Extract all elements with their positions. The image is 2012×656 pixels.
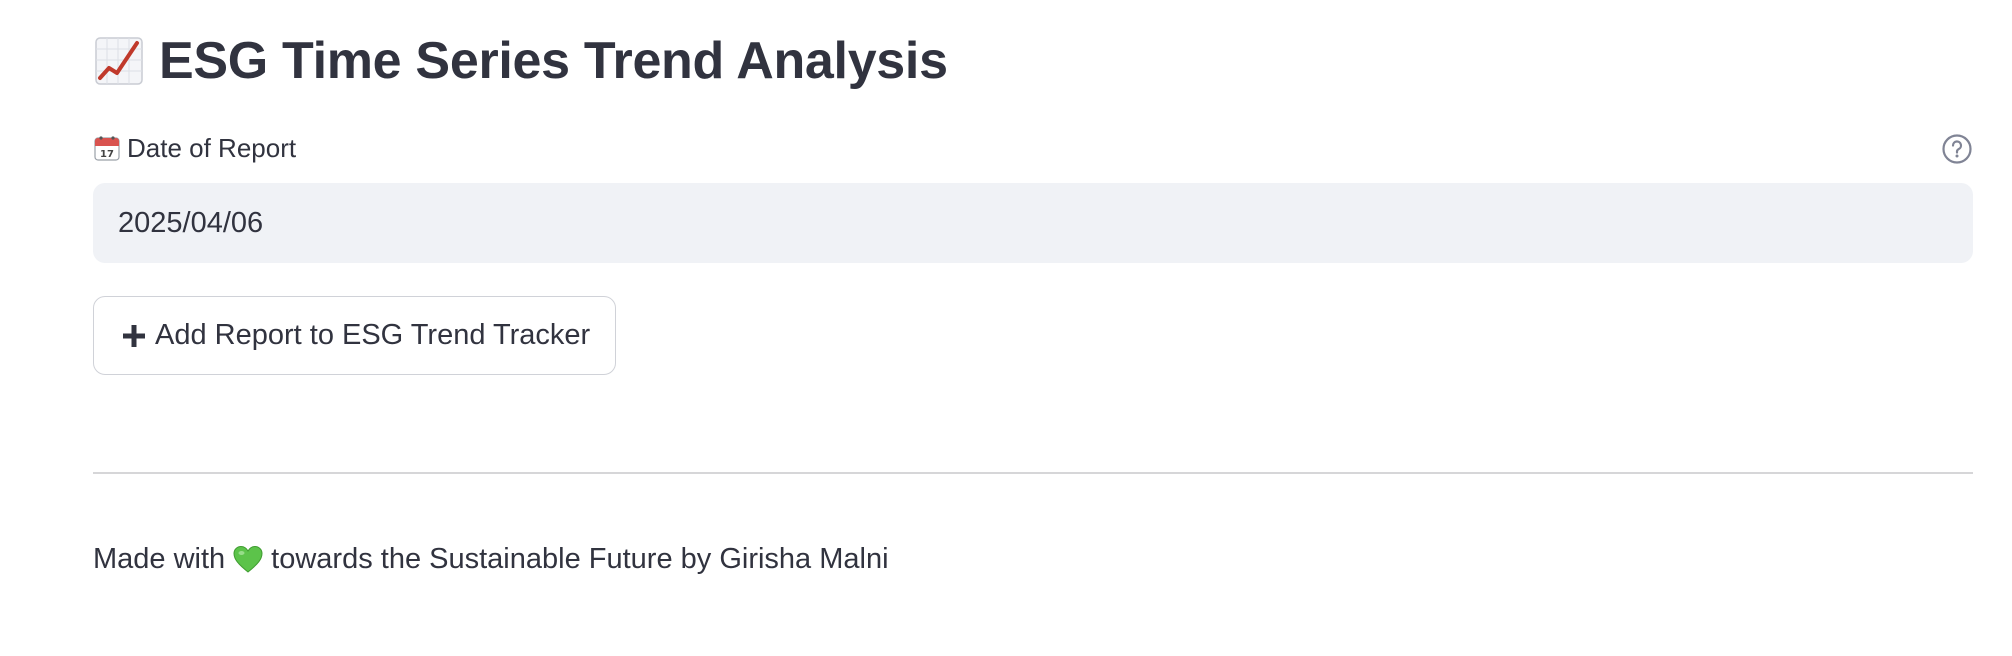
page: ESG Time Series Trend Analysis 17 Date o… bbox=[0, 0, 2012, 656]
footer: Made with towards the Sustainable Future… bbox=[93, 543, 889, 576]
svg-text:17: 17 bbox=[100, 149, 114, 160]
green-heart-icon bbox=[233, 545, 263, 575]
plus-icon bbox=[122, 324, 146, 348]
date-of-report-input[interactable]: 2025/04/06 bbox=[93, 183, 1973, 263]
footer-prefix: Made with bbox=[93, 543, 226, 575]
help-circle-icon[interactable] bbox=[1941, 133, 1973, 165]
section-divider bbox=[93, 472, 1973, 474]
add-report-button[interactable]: Add Report to ESG Trend Tracker bbox=[93, 296, 616, 375]
page-title: ESG Time Series Trend Analysis bbox=[159, 32, 948, 90]
calendar-icon: 17 bbox=[93, 134, 121, 162]
footer-suffix: towards the Sustainable Future by Girish… bbox=[271, 543, 889, 575]
chart-increasing-icon bbox=[93, 35, 145, 87]
date-field-label: Date of Report bbox=[127, 132, 297, 163]
date-field-label-row: 17 Date of Report bbox=[93, 130, 1973, 166]
add-report-button-label: Add Report to ESG Trend Tracker bbox=[155, 319, 591, 351]
page-header: ESG Time Series Trend Analysis bbox=[93, 26, 948, 96]
